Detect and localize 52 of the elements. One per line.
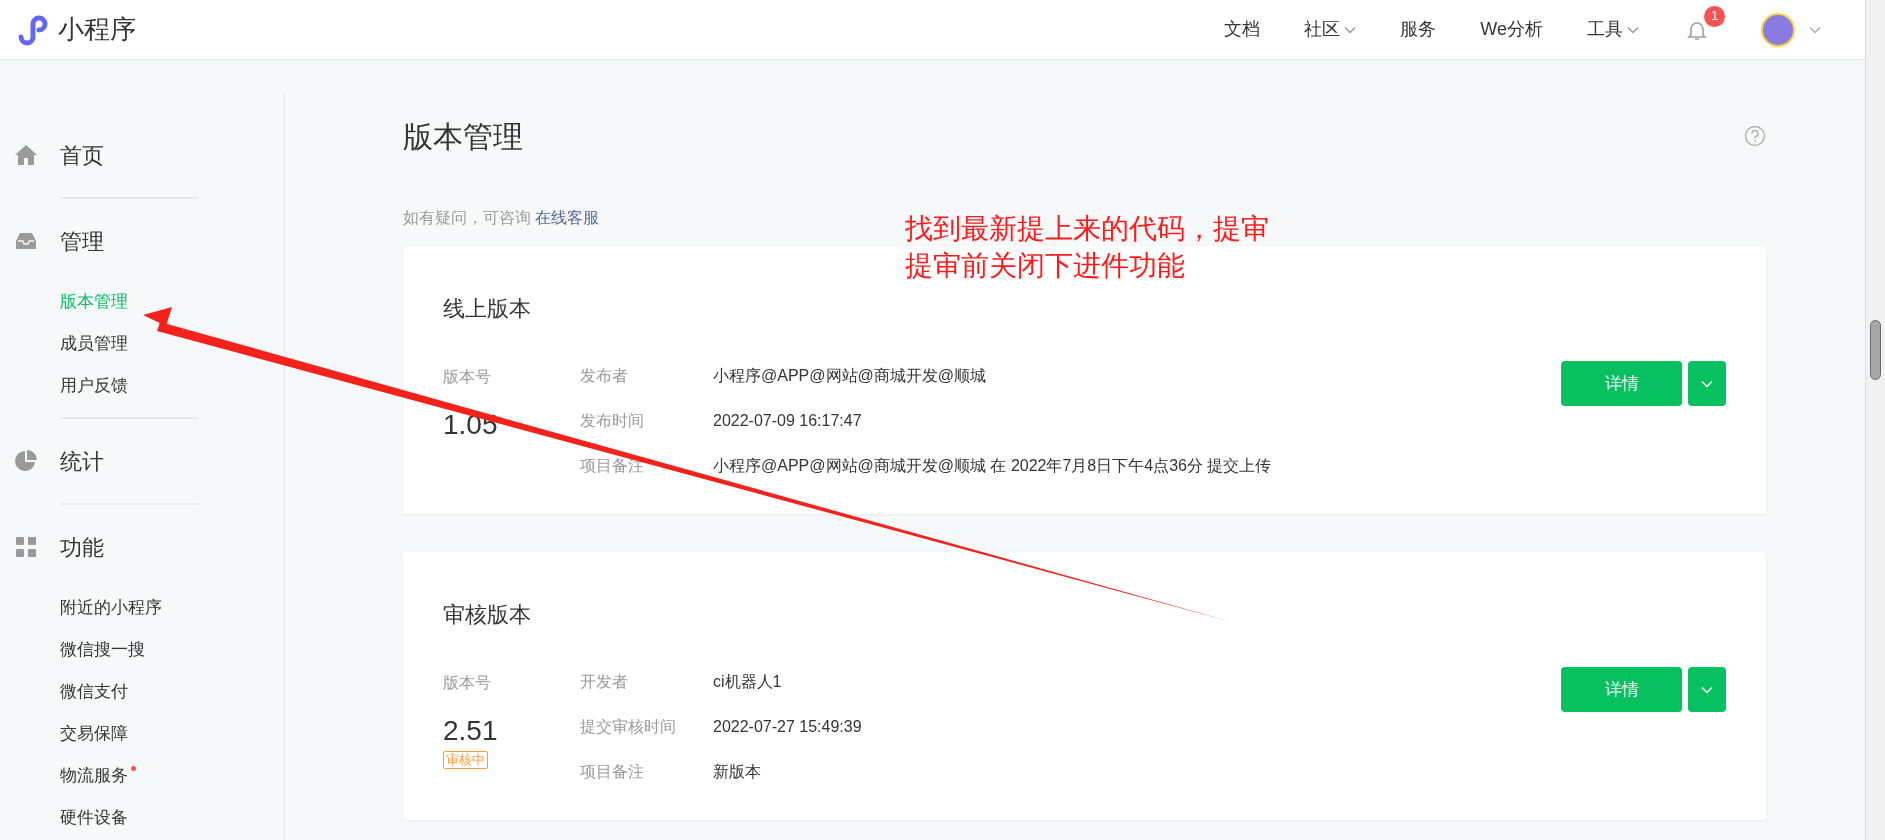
caret-icon bbox=[1701, 685, 1713, 694]
sidebar-group-title[interactable]: 管理 bbox=[60, 224, 104, 258]
dropdown-button[interactable] bbox=[1688, 361, 1726, 406]
field-label: 项目备注 bbox=[580, 762, 644, 782]
field-value: 新版本 bbox=[713, 762, 762, 782]
field-label: 开发者 bbox=[580, 672, 628, 692]
sidebar-item[interactable]: 成员管理 bbox=[60, 323, 128, 365]
card-title: 审核版本 bbox=[443, 601, 532, 629]
sidebar-group-title[interactable]: 首页 bbox=[60, 138, 104, 172]
caret-icon bbox=[1701, 379, 1713, 388]
nav-link[interactable]: 社区 bbox=[1304, 16, 1357, 43]
page-title: 版本管理 bbox=[403, 118, 523, 155]
help-text: 如有疑问，可咨询 在线客服 bbox=[403, 208, 600, 228]
version-number: 2.51 bbox=[443, 715, 498, 747]
grid-icon bbox=[13, 534, 39, 560]
field-label: 提交审核时间 bbox=[580, 717, 676, 737]
logo-text: 小程序 bbox=[58, 13, 136, 46]
nav-link[interactable]: 服务 bbox=[1400, 16, 1437, 43]
annotation-text: 提审前关闭下进件功能 bbox=[905, 249, 1186, 283]
sidebar-item[interactable]: 附近的小程序 bbox=[60, 587, 162, 629]
nav-link[interactable]: We分析 bbox=[1480, 16, 1543, 43]
status-tag: 审核中 bbox=[443, 751, 488, 769]
sidebar-item[interactable]: 硬件设备 bbox=[60, 797, 128, 839]
dropdown-button[interactable] bbox=[1688, 667, 1726, 712]
field-value: ci机器人1 bbox=[713, 672, 783, 692]
sidebar-item[interactable]: 物流服务 bbox=[60, 755, 128, 797]
sidebar-group-title[interactable]: 统计 bbox=[60, 444, 104, 478]
notification-count: 1 bbox=[1704, 5, 1725, 27]
field-label: 发布时间 bbox=[580, 411, 644, 431]
sidebar-item[interactable]: 用户反馈 bbox=[60, 365, 128, 407]
annotation-text: 找到最新提上来的代码，提审 bbox=[905, 212, 1269, 246]
help-icon[interactable] bbox=[1744, 125, 1766, 147]
sidebar-item[interactable]: 交易保障 bbox=[60, 713, 128, 755]
version-label: 版本号 bbox=[443, 673, 491, 693]
avatar[interactable] bbox=[1761, 12, 1795, 47]
nav-link[interactable]: 文档 bbox=[1224, 16, 1261, 43]
nav-link[interactable]: 工具 bbox=[1587, 16, 1639, 43]
scrollbar[interactable] bbox=[1865, 0, 1885, 840]
field-value: 2022-07-09 16:17:47 bbox=[713, 411, 863, 431]
home-icon bbox=[13, 142, 39, 168]
card-title: 线上版本 bbox=[443, 295, 532, 323]
version-label: 版本号 bbox=[443, 367, 491, 387]
sidebar-item[interactable]: 微信搜一搜 bbox=[60, 629, 145, 671]
pie-chart-icon bbox=[13, 448, 39, 474]
support-link[interactable]: 在线客服 bbox=[535, 209, 600, 226]
field-value: 小程序@APP@网站@商城开发@顺城 在 2022年7月8日下午4点36分 提交上传 bbox=[713, 456, 1273, 476]
sidebar-group-title[interactable]: 功能 bbox=[60, 530, 104, 564]
field-value: 小程序@APP@网站@商城开发@顺城 bbox=[713, 366, 987, 386]
caret-icon bbox=[1809, 25, 1821, 34]
field-value: 2022-07-27 15:49:39 bbox=[713, 717, 863, 737]
field-label: 发布者 bbox=[580, 366, 628, 386]
sidebar-item[interactable]: 微信支付 bbox=[60, 671, 128, 713]
